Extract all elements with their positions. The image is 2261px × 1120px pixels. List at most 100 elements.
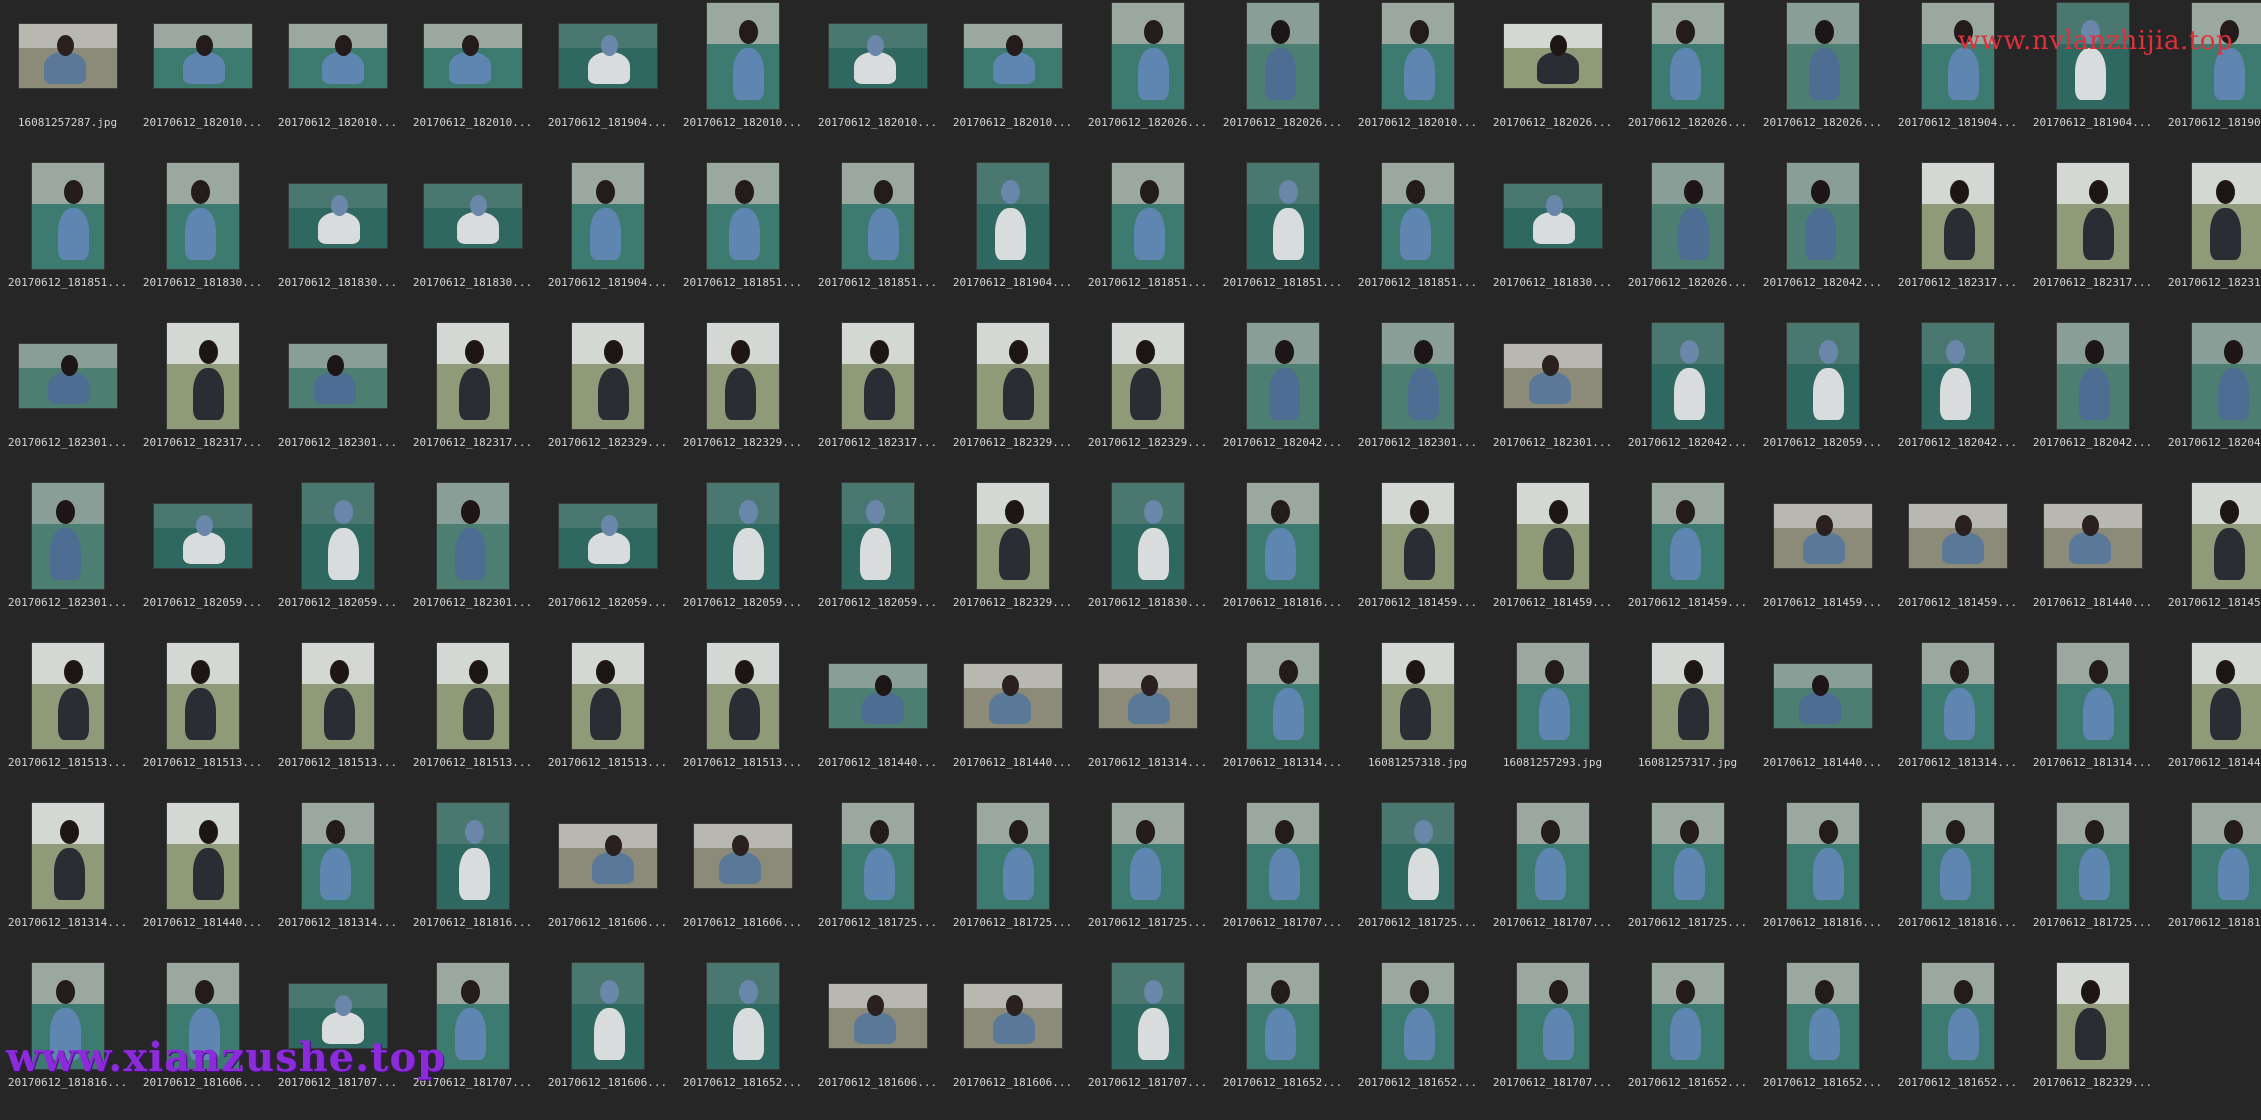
file-item[interactable]: 20170612_181513... — [0, 640, 135, 800]
file-item[interactable]: 20170612_181851... — [1080, 160, 1215, 320]
file-item[interactable]: 20170612_182059... — [540, 480, 675, 640]
file-item[interactable]: 20170612_181904... — [540, 160, 675, 320]
file-item[interactable]: 20170612_181707... — [1485, 960, 1620, 1120]
file-item[interactable]: 20170612_181440... — [2025, 480, 2160, 640]
file-item[interactable]: 20170612_181314... — [1890, 640, 2025, 800]
file-item[interactable]: 20170612_182329... — [945, 320, 1080, 480]
file-item[interactable]: 20170612_181816... — [1215, 480, 1350, 640]
file-item[interactable]: 16081257293.jpg — [1485, 640, 1620, 800]
file-item[interactable]: 20170612_182010... — [405, 0, 540, 160]
file-item[interactable]: 16081257318.jpg — [1350, 640, 1485, 800]
file-item[interactable]: 20170612_182301... — [0, 480, 135, 640]
file-item[interactable]: 20170612_181851... — [1350, 160, 1485, 320]
file-item[interactable]: 20170612_181513... — [135, 640, 270, 800]
file-item[interactable]: 20170612_181314... — [0, 800, 135, 960]
file-item[interactable]: 20170612_182059... — [675, 480, 810, 640]
file-item[interactable]: 20170612_182010... — [945, 0, 1080, 160]
file-item[interactable]: 20170612_181707... — [1215, 800, 1350, 960]
file-item[interactable]: 20170612_181652... — [1620, 960, 1755, 1120]
file-item[interactable]: 20170612_182026... — [1215, 0, 1350, 160]
file-item[interactable]: 20170612_182026... — [1755, 0, 1890, 160]
file-item[interactable]: 20170612_182026... — [1620, 0, 1755, 160]
file-item[interactable]: 20170612_181652... — [1890, 960, 2025, 1120]
file-item[interactable]: 20170612_181459... — [1620, 480, 1755, 640]
file-item[interactable]: 20170612_182301... — [0, 320, 135, 480]
file-item[interactable]: 20170612_182042... — [1755, 160, 1890, 320]
file-item[interactable]: 20170612_182059... — [810, 480, 945, 640]
file-item[interactable]: 20170612_182010... — [1350, 0, 1485, 160]
file-item[interactable]: 20170612_181830... — [1485, 160, 1620, 320]
file-item[interactable]: 20170612_182010... — [810, 0, 945, 160]
file-item[interactable]: 20170612_181904... — [2160, 0, 2261, 160]
file-item[interactable]: 20170612_181851... — [1215, 160, 1350, 320]
file-item[interactable]: 20170612_181725... — [2025, 800, 2160, 960]
file-item[interactable]: 20170612_182010... — [135, 0, 270, 160]
file-item[interactable]: 20170612_181606... — [675, 800, 810, 960]
file-item[interactable]: 20170612_182317... — [1890, 160, 2025, 320]
file-item[interactable]: 20170612_181652... — [675, 960, 810, 1120]
file-item[interactable]: 20170612_181851... — [675, 160, 810, 320]
file-item[interactable]: 20170612_181652... — [1215, 960, 1350, 1120]
file-item[interactable]: 20170612_181513... — [405, 640, 540, 800]
file-item[interactable]: 20170612_182329... — [945, 480, 1080, 640]
file-item[interactable]: 20170612_181830... — [405, 160, 540, 320]
file-item[interactable]: 20170612_182301... — [1350, 320, 1485, 480]
file-item[interactable]: 20170612_181830... — [1080, 480, 1215, 640]
file-item[interactable]: 20170612_181725... — [945, 800, 1080, 960]
file-item[interactable]: 20170612_181606... — [540, 960, 675, 1120]
file-item[interactable]: 20170612_182317... — [405, 320, 540, 480]
file-item[interactable]: 20170612_181816... — [2160, 800, 2261, 960]
file-item[interactable]: 20170612_181816... — [405, 800, 540, 960]
file-item[interactable]: 20170612_182059... — [135, 480, 270, 640]
file-item[interactable]: 20170612_182042... — [2160, 320, 2261, 480]
file-item[interactable]: 20170612_181440... — [1755, 640, 1890, 800]
file-item[interactable]: 20170612_182042... — [1620, 320, 1755, 480]
file-item[interactable]: 16081257317.jpg — [1620, 640, 1755, 800]
file-item[interactable]: 20170612_181440... — [135, 800, 270, 960]
file-item[interactable]: 20170612_181459... — [1350, 480, 1485, 640]
file-item[interactable]: 20170612_181725... — [1350, 800, 1485, 960]
file-item[interactable]: 20170612_182317... — [135, 320, 270, 480]
file-item[interactable]: 20170612_181459... — [1485, 480, 1620, 640]
file-item[interactable]: 20170612_182317... — [2025, 160, 2160, 320]
file-item[interactable]: 20170612_181440... — [945, 640, 1080, 800]
file-item[interactable]: 20170612_182010... — [675, 0, 810, 160]
file-item[interactable]: 20170612_181459... — [2160, 480, 2261, 640]
file-item[interactable]: 20170612_181707... — [1080, 960, 1215, 1120]
file-item[interactable]: 20170612_182329... — [540, 320, 675, 480]
file-item[interactable]: 20170612_182026... — [1485, 0, 1620, 160]
file-item[interactable]: 20170612_182042... — [2025, 320, 2160, 480]
file-item[interactable]: 20170612_181904... — [2025, 0, 2160, 160]
file-item[interactable]: 20170612_182042... — [1890, 320, 2025, 480]
file-item[interactable]: 20170612_181816... — [1890, 800, 2025, 960]
file-item[interactable]: 20170612_182329... — [675, 320, 810, 480]
file-item[interactable]: 20170612_181652... — [1350, 960, 1485, 1120]
file-item[interactable]: 20170612_181314... — [1080, 640, 1215, 800]
file-item[interactable]: 20170612_181851... — [0, 160, 135, 320]
file-item[interactable]: 20170612_181725... — [810, 800, 945, 960]
file-item[interactable]: 20170612_181440... — [810, 640, 945, 800]
file-item[interactable]: 20170612_182329... — [2025, 960, 2160, 1120]
file-item[interactable]: 20170612_182026... — [1620, 160, 1755, 320]
file-item[interactable]: 20170612_181459... — [1755, 480, 1890, 640]
file-item[interactable]: 20170612_181314... — [270, 800, 405, 960]
file-item[interactable]: 20170612_181652... — [1755, 960, 1890, 1120]
file-item[interactable]: 16081257287.jpg — [0, 0, 135, 160]
file-item[interactable]: 20170612_181851... — [810, 160, 945, 320]
file-item[interactable]: 20170612_182042... — [1215, 320, 1350, 480]
file-item[interactable]: 20170612_182329... — [1080, 320, 1215, 480]
file-item[interactable]: 20170612_181440... — [2160, 640, 2261, 800]
file-item[interactable]: 20170612_182010... — [270, 0, 405, 160]
file-item[interactable]: 20170612_181314... — [1215, 640, 1350, 800]
file-item[interactable]: 20170612_182301... — [1485, 320, 1620, 480]
file-item[interactable]: 20170612_182301... — [405, 480, 540, 640]
file-item[interactable]: 20170612_181904... — [1890, 0, 2025, 160]
file-item[interactable]: 20170612_181816... — [1755, 800, 1890, 960]
file-item[interactable]: 20170612_181904... — [945, 160, 1080, 320]
file-item[interactable]: 20170612_181606... — [945, 960, 1080, 1120]
file-item[interactable]: 20170612_181725... — [1080, 800, 1215, 960]
file-item[interactable]: 20170612_182301... — [270, 320, 405, 480]
file-item[interactable]: 20170612_181707... — [1485, 800, 1620, 960]
file-item[interactable]: 20170612_181513... — [540, 640, 675, 800]
file-item[interactable]: 20170612_182317... — [810, 320, 945, 480]
